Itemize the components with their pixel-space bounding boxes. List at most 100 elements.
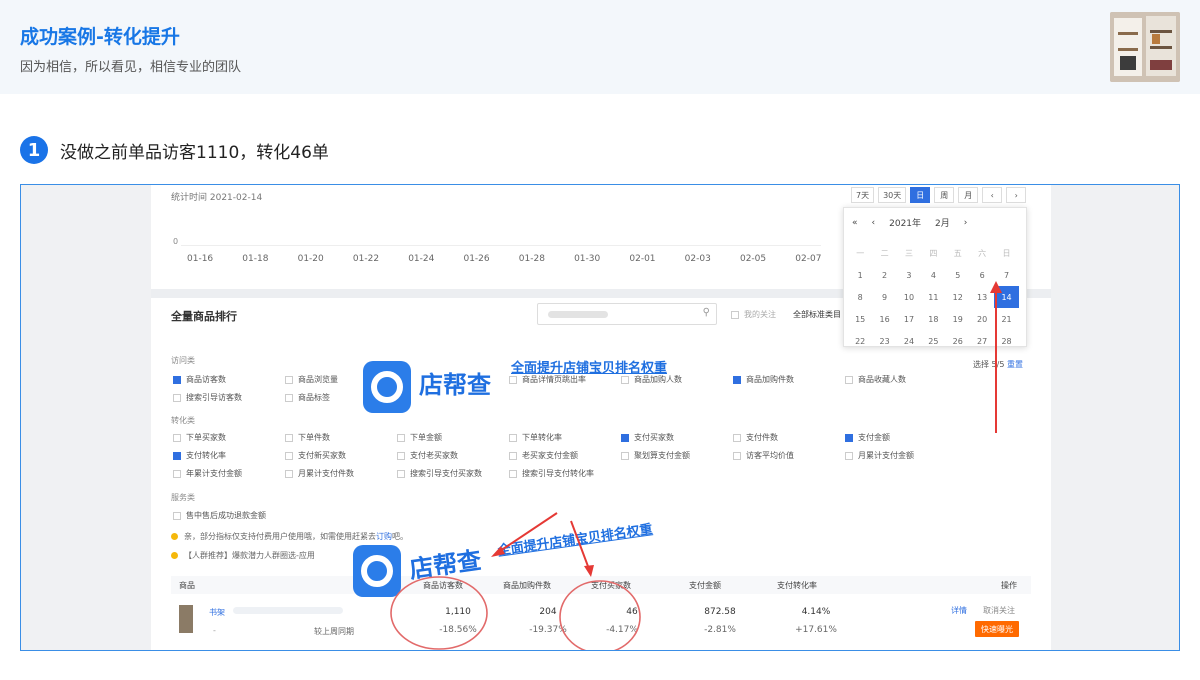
prev-year-button[interactable]: « bbox=[852, 218, 858, 228]
metric-option[interactable]: 支付新买家数 bbox=[285, 450, 346, 461]
metric-option[interactable]: 搜索引导支付买家数 bbox=[397, 468, 482, 479]
metric-option[interactable]: 支付老买家数 bbox=[397, 450, 458, 461]
calendar-day[interactable]: 9 bbox=[872, 286, 896, 308]
calendar-day[interactable]: 28 bbox=[994, 330, 1018, 352]
metric-option[interactable]: 月累计支付件数 bbox=[285, 468, 354, 479]
calendar-day[interactable]: 8 bbox=[848, 286, 872, 308]
metric-option[interactable]: 支付转化率 bbox=[173, 450, 226, 461]
calendar-day[interactable]: 6 bbox=[970, 264, 994, 286]
checkbox bbox=[173, 433, 181, 442]
calendar-year[interactable]: 2021年 bbox=[889, 216, 921, 229]
calendar-day[interactable]: 17 bbox=[897, 308, 921, 330]
follow-only-checkbox[interactable]: 我的关注 bbox=[731, 309, 776, 320]
next-month-button[interactable]: › bbox=[964, 218, 968, 228]
metric-option[interactable]: 下单买家数 bbox=[173, 432, 226, 443]
calendar-day[interactable]: 23 bbox=[872, 330, 896, 352]
next-period-button[interactable]: › bbox=[1006, 187, 1027, 203]
calendar-month[interactable]: 2月 bbox=[935, 216, 950, 229]
checkbox bbox=[397, 433, 405, 442]
metric-option[interactable]: 下单件数 bbox=[285, 432, 330, 443]
unfollow-link[interactable]: 取消关注 bbox=[983, 605, 1015, 616]
product-name-blurred bbox=[233, 607, 343, 614]
metric-option[interactable]: 月累计支付金额 bbox=[845, 450, 914, 461]
metric-option-label: 商品收藏人数 bbox=[858, 375, 906, 384]
calendar-day[interactable]: 20 bbox=[970, 308, 994, 330]
stat-date: 统计时间 2021-02-14 bbox=[171, 193, 263, 203]
detail-link[interactable]: 详情 bbox=[951, 605, 967, 616]
calendar-day[interactable]: 12 bbox=[946, 286, 970, 308]
fast-exposure-button[interactable]: 快速曝光 bbox=[975, 621, 1019, 637]
notice-text-end: 吧。 bbox=[392, 532, 408, 541]
calendar-day[interactable]: 2 bbox=[872, 264, 896, 286]
metric-option[interactable]: 聚划算支付金额 bbox=[621, 450, 690, 461]
metric-option[interactable]: 支付买家数 bbox=[621, 432, 674, 443]
product-sub-dash: - bbox=[213, 626, 216, 635]
metric-option-label: 支付转化率 bbox=[186, 451, 226, 460]
calendar-day[interactable]: 18 bbox=[921, 308, 945, 330]
calendar-day[interactable]: 10 bbox=[897, 286, 921, 308]
calendar-day[interactable]: 11 bbox=[921, 286, 945, 308]
select-count-value: 5/5 bbox=[991, 360, 1005, 369]
metric-option[interactable]: 搜索引导支付转化率 bbox=[509, 468, 594, 479]
calendar-day[interactable]: 24 bbox=[897, 330, 921, 352]
calendar-day[interactable]: 26 bbox=[946, 330, 970, 352]
metric-option[interactable]: 支付金额 bbox=[845, 432, 890, 443]
order-link[interactable]: 订购 bbox=[376, 531, 392, 542]
calendar-day[interactable]: 21 bbox=[994, 308, 1018, 330]
calendar-day[interactable]: 15 bbox=[848, 308, 872, 330]
metric-option[interactable]: 商品加购件数 bbox=[733, 374, 794, 385]
metric-option[interactable]: 老买家支付金额 bbox=[509, 450, 578, 461]
th-amount[interactable]: 支付金额 bbox=[689, 580, 721, 591]
metric-option[interactable]: 下单金额 bbox=[397, 432, 442, 443]
metric-option[interactable]: 访客平均价值 bbox=[733, 450, 794, 461]
prev-period-button[interactable]: ‹ bbox=[982, 187, 1003, 203]
calendar-day[interactable]: 16 bbox=[872, 308, 896, 330]
metric-option[interactable]: 支付件数 bbox=[733, 432, 778, 443]
metric-option[interactable]: 下单转化率 bbox=[509, 432, 562, 443]
category-select[interactable]: 全部标准类目 bbox=[793, 309, 841, 320]
period-30d-button[interactable]: 30天 bbox=[878, 187, 907, 203]
date-picker-popup: « ‹ 2021年 2月 › 一二三四五六日 1 2 3 4 5 6 7 8 9 10 11 12 13 1… bbox=[843, 207, 1027, 347]
metric-option[interactable]: 年累计支付金额 bbox=[173, 468, 242, 479]
metric-option[interactable]: 售中售后成功退款金额 bbox=[173, 510, 266, 521]
product-name-link[interactable]: 书架 bbox=[209, 607, 225, 618]
metric-option-label: 聚划算支付金额 bbox=[634, 451, 690, 460]
product-thumbnail[interactable] bbox=[179, 605, 193, 633]
checkbox-checked bbox=[621, 433, 629, 442]
calendar-day[interactable]: 19 bbox=[946, 308, 970, 330]
metric-option[interactable]: 搜索引导访客数 bbox=[173, 392, 242, 403]
metric-option-label: 下单买家数 bbox=[186, 433, 226, 442]
calendar-day[interactable]: 13 bbox=[970, 286, 994, 308]
product-search-input[interactable]: ⚲ bbox=[537, 303, 717, 325]
shelf-thumbnail bbox=[1110, 12, 1180, 82]
calendar-day[interactable]: 5 bbox=[946, 264, 970, 286]
calendar-day[interactable]: 27 bbox=[970, 330, 994, 352]
metric-option[interactable]: 商品收藏人数 bbox=[845, 374, 906, 385]
period-month-button[interactable]: 月 bbox=[958, 187, 979, 203]
metric-option-label: 下单件数 bbox=[298, 433, 330, 442]
period-day-button[interactable]: 日 bbox=[910, 187, 931, 203]
calendar-day[interactable]: 3 bbox=[897, 264, 921, 286]
prev-month-button[interactable]: ‹ bbox=[872, 218, 876, 228]
calendar-day[interactable]: 25 bbox=[921, 330, 945, 352]
period-7d-button[interactable]: 7天 bbox=[851, 187, 875, 203]
calendar-day[interactable]: 4 bbox=[921, 264, 945, 286]
metric-option[interactable]: 商品访客数 bbox=[173, 374, 226, 385]
metric-option[interactable]: 商品浏览量 bbox=[285, 374, 338, 385]
checkbox bbox=[285, 375, 293, 384]
th-addcart[interactable]: 商品加购件数 bbox=[503, 580, 551, 591]
step-row: 1 没做之前单品访客1110，转化46单 bbox=[20, 136, 329, 164]
follow-only-label: 我的关注 bbox=[744, 310, 776, 319]
metric-option[interactable]: 商品标签 bbox=[285, 392, 330, 403]
calendar-day[interactable]: 1 bbox=[848, 264, 872, 286]
th-rate[interactable]: 支付转化率 bbox=[777, 580, 817, 591]
reset-link[interactable]: 重置 bbox=[1007, 360, 1023, 369]
watermark-logo bbox=[353, 545, 401, 597]
period-week-button[interactable]: 周 bbox=[934, 187, 955, 203]
metric-option-label: 支付老买家数 bbox=[410, 451, 458, 460]
calendar-day-selected[interactable]: 14 bbox=[994, 286, 1019, 308]
th-buyers[interactable]: 支付买家数 bbox=[591, 580, 631, 591]
ranking-title: 全量商品排行 bbox=[171, 310, 237, 323]
calendar-day[interactable]: 7 bbox=[994, 264, 1018, 286]
calendar-day[interactable]: 22 bbox=[848, 330, 872, 352]
